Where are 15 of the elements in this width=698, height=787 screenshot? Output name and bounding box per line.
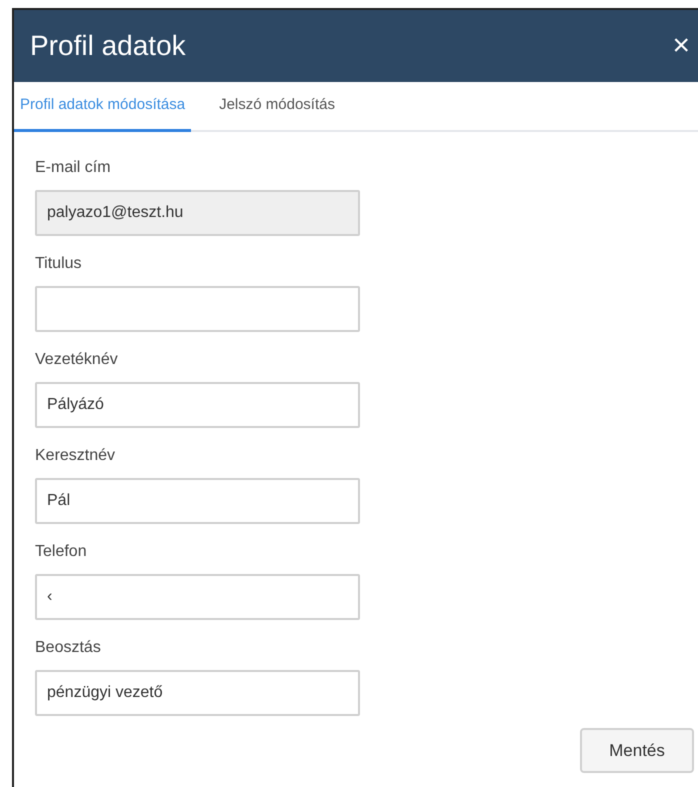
field-label: Keresztnév	[35, 446, 116, 464]
tab[interactable]: Jelszó módosítás	[207, 82, 347, 132]
field-label: Beosztás	[35, 638, 102, 656]
field-label: Telefon	[35, 542, 88, 560]
save-button[interactable]: Mentés	[580, 728, 694, 773]
field-label: Vezetéknév	[35, 350, 119, 368]
input-field[interactable]: Pályázó	[35, 382, 360, 428]
window-title: Profil adatok	[30, 29, 186, 63]
field-label: E-mail cím	[35, 158, 112, 176]
close-button[interactable]: ×	[672, 31, 690, 61]
input-field[interactable]	[35, 286, 360, 332]
input-field[interactable]: ‹	[35, 574, 360, 620]
field-label: Titulus	[35, 254, 83, 272]
input-field[interactable]: Pál	[35, 478, 360, 524]
input-field[interactable]: pénzügyi vezető	[35, 670, 360, 716]
